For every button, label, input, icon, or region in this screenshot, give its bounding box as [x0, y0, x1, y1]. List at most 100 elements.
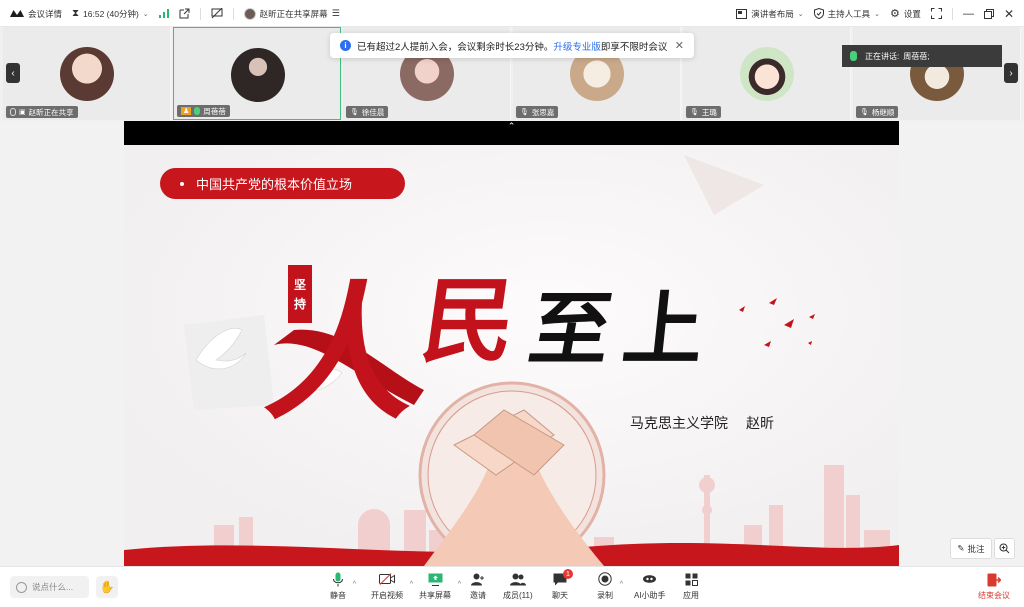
invite-user-icon — [471, 573, 484, 585]
speaking-label: 正在讲话: — [865, 51, 900, 61]
college-name: 马克思主义学院 — [630, 415, 728, 431]
share-screen-button[interactable]: 共享屏幕 ^ — [419, 571, 461, 601]
mute-label: 静音 — [330, 591, 346, 600]
stop-share-button[interactable] — [211, 8, 223, 19]
zoom-button[interactable] — [994, 538, 1015, 559]
host-tools-button[interactable]: 主持人工具 ⌄ — [813, 8, 881, 20]
participant-tile[interactable]: 🎙 王璐 — [683, 27, 851, 120]
meeting-timer[interactable]: ⧗ 16:52 (40分钟) ⌄ — [72, 8, 149, 20]
participant-name-tag: 🎙 杨继顺 — [856, 106, 899, 118]
participant-name: 杨继顺 — [871, 107, 895, 117]
chevron-left-icon: ‹ — [11, 67, 15, 79]
participant-name: 张思嘉 — [531, 107, 555, 117]
gear-icon: ⚙ — [890, 8, 900, 20]
chevron-up-icon[interactable]: ^ — [410, 581, 413, 588]
chevron-up-icon[interactable]: ^ — [620, 581, 623, 588]
participant-name-tag: 🎙 王璐 — [686, 106, 721, 118]
settings-button[interactable]: ⚙ 设置 — [890, 7, 921, 20]
strip-next-button[interactable]: › — [1004, 63, 1018, 83]
sharing-status[interactable]: 赵昕正在共享屏幕 ☰ — [243, 7, 340, 20]
popout-button[interactable] — [179, 8, 190, 19]
strip-prev-button[interactable]: ‹ — [6, 63, 20, 83]
participant-name-tag: ▣ 赵昕正在共享 — [6, 106, 78, 118]
title-char-min: 民 — [415, 267, 523, 375]
apps-button[interactable]: 应用 — [683, 571, 699, 601]
members-button[interactable]: 成员(11) — [503, 571, 533, 601]
signal-bars-icon — [158, 9, 169, 18]
topic-pill: 中国共产党的根本价值立场 — [160, 168, 405, 199]
participant-avatar — [740, 47, 794, 101]
info-icon: i — [340, 40, 351, 51]
mic-speaking-icon — [194, 107, 201, 115]
pencil-icon: ✎ — [957, 543, 965, 553]
topic-pill-text: 中国共产党的根本价值立场 — [196, 177, 353, 192]
mic-muted-icon: 🎙 — [350, 109, 359, 116]
chat-label: 聊天 — [552, 591, 568, 600]
start-video-button[interactable]: 开启视频 ^ — [371, 571, 413, 601]
speaking-indicator: 正在讲话: 周蓓蓓; — [842, 45, 1002, 67]
participant-avatar — [60, 47, 114, 101]
tencent-meeting-logo-icon — [10, 10, 24, 17]
exit-icon — [987, 573, 1001, 587]
restore-button[interactable] — [983, 8, 994, 19]
screen-share-icon: ▣ — [19, 109, 26, 116]
screen-share-off-icon — [211, 8, 223, 19]
participant-name: 徐佳晨 — [361, 107, 385, 117]
divider — [232, 7, 234, 20]
top-bar: 会议详情 ⧗ 16:52 (40分钟) ⌄ 赵昕正在共享屏幕 ☰ 演讲者布局 ⌄… — [0, 0, 1024, 27]
record-button[interactable]: 录制 ^ — [597, 571, 623, 601]
shield-icon — [813, 8, 824, 19]
bottom-toolbar: 说点什么... ✋ 静音 ^ 开启视频 ^ 共享屏幕 ^ 邀请 成员(11) 1 — [0, 566, 1024, 607]
meeting-details-button[interactable]: 会议详情 — [10, 8, 62, 20]
say-something-input[interactable]: 说点什么... — [10, 576, 89, 598]
participant-tile[interactable]: ▣ 赵昕正在共享 — [3, 27, 171, 120]
chevron-up-icon[interactable]: ^ — [458, 581, 461, 588]
presenter-layout-button[interactable]: 演讲者布局 ⌄ — [736, 8, 804, 20]
close-icon: ✕ — [1003, 6, 1014, 21]
notice-text-before: 已有超过2人提前入会，会议剩余时长23分钟。 — [357, 41, 554, 53]
slide-header-bar: ⌃ — [124, 121, 899, 145]
mic-icon — [10, 108, 16, 116]
meeting-details-label: 会议详情 — [28, 8, 63, 19]
mic-speaking-icon — [850, 51, 857, 61]
members-icon — [509, 573, 526, 585]
shared-slide: 中国共产党的根本价值立场 坚 持 人 民 至 上 马克思主义学院 赵昕 — [124, 145, 899, 566]
author-line: 马克思主义学院 赵昕 — [630, 413, 774, 433]
camera-off-icon — [379, 573, 395, 585]
members-label: 成员(11) — [503, 591, 533, 600]
participant-name: 赵昕正在共享 — [28, 107, 74, 117]
end-meeting-label: 结束会议 — [978, 591, 1010, 600]
chat-button[interactable]: 1 聊天 — [552, 569, 573, 601]
say-placeholder: 说点什么... — [32, 582, 74, 592]
invite-button[interactable]: 邀请 — [470, 571, 486, 601]
chevron-down-icon: ⌄ — [142, 10, 149, 18]
external-window-icon — [179, 8, 190, 19]
annotate-button[interactable]: ✎ 批注 — [950, 538, 992, 559]
network-signal-icon[interactable] — [158, 9, 169, 18]
collapse-strip-icon[interactable]: ⌃ — [508, 121, 516, 131]
fullscreen-icon — [930, 8, 942, 19]
raise-hand-button[interactable]: ✋ — [96, 576, 118, 598]
zoom-in-icon — [999, 543, 1010, 554]
ai-assistant-button[interactable]: AI小助手 — [634, 571, 666, 601]
speaking-name: 周蓓蓓; — [903, 51, 930, 61]
close-icon[interactable]: ✕ — [675, 39, 684, 52]
divider — [951, 7, 953, 20]
participant-tile-active[interactable]: ♟ 周蓓蓓 — [173, 27, 341, 120]
fullscreen-button[interactable] — [930, 8, 942, 19]
mic-muted-icon: 🎙 — [690, 109, 699, 116]
participant-name-tag: ♟ 周蓓蓓 — [177, 105, 230, 117]
chevron-up-icon[interactable]: ^ — [353, 581, 356, 588]
start-video-label: 开启视频 — [371, 591, 403, 600]
timer-label: 16:52 (40分钟) — [83, 8, 139, 19]
minimize-button[interactable]: — — [963, 8, 974, 20]
end-meeting-button[interactable]: 结束会议 — [978, 573, 1010, 601]
upgrade-link[interactable]: 升级专业版 — [553, 42, 601, 53]
chevron-down-icon: ⌄ — [874, 10, 881, 18]
participant-tile[interactable]: 🎙 杨继顺 — [853, 27, 1021, 120]
host-tools-label: 主持人工具 — [827, 8, 871, 19]
notice-text-after: 即享不限时会议 — [600, 41, 668, 53]
participant-name-tag: 🎙 张思嘉 — [516, 106, 559, 118]
close-button[interactable]: ✕ — [1004, 7, 1014, 21]
mute-button[interactable]: 静音 ^ — [330, 571, 356, 601]
